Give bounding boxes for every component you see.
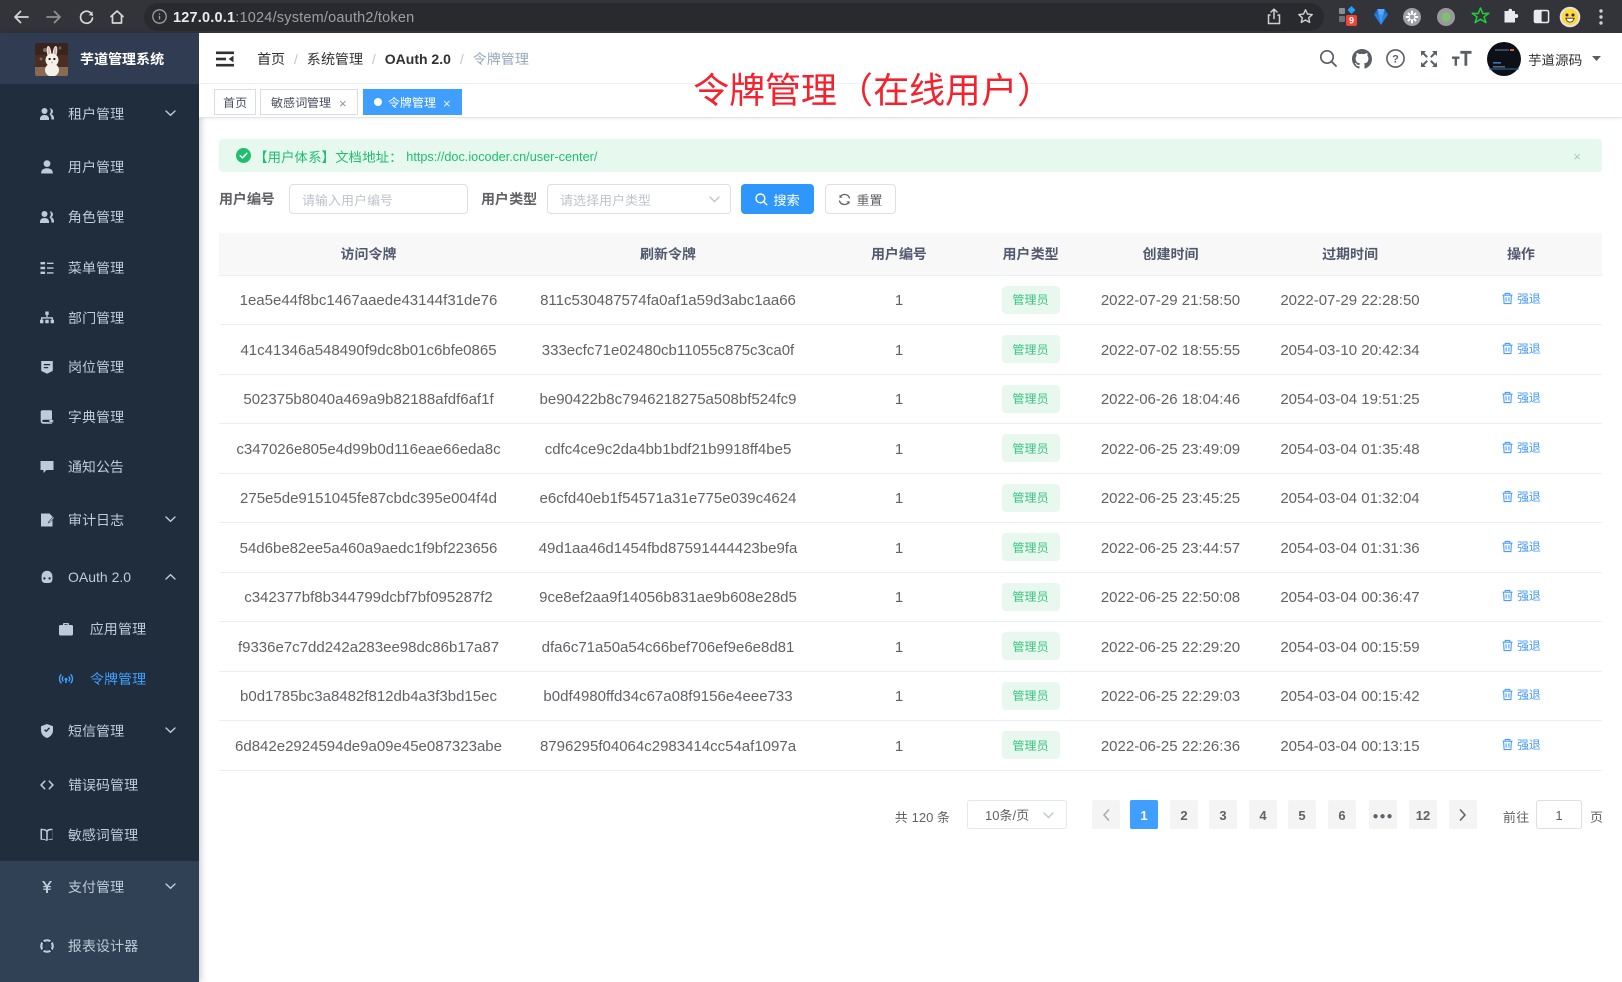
svg-text:9: 9 [1348, 16, 1353, 26]
svg-text:?: ? [1392, 53, 1399, 65]
